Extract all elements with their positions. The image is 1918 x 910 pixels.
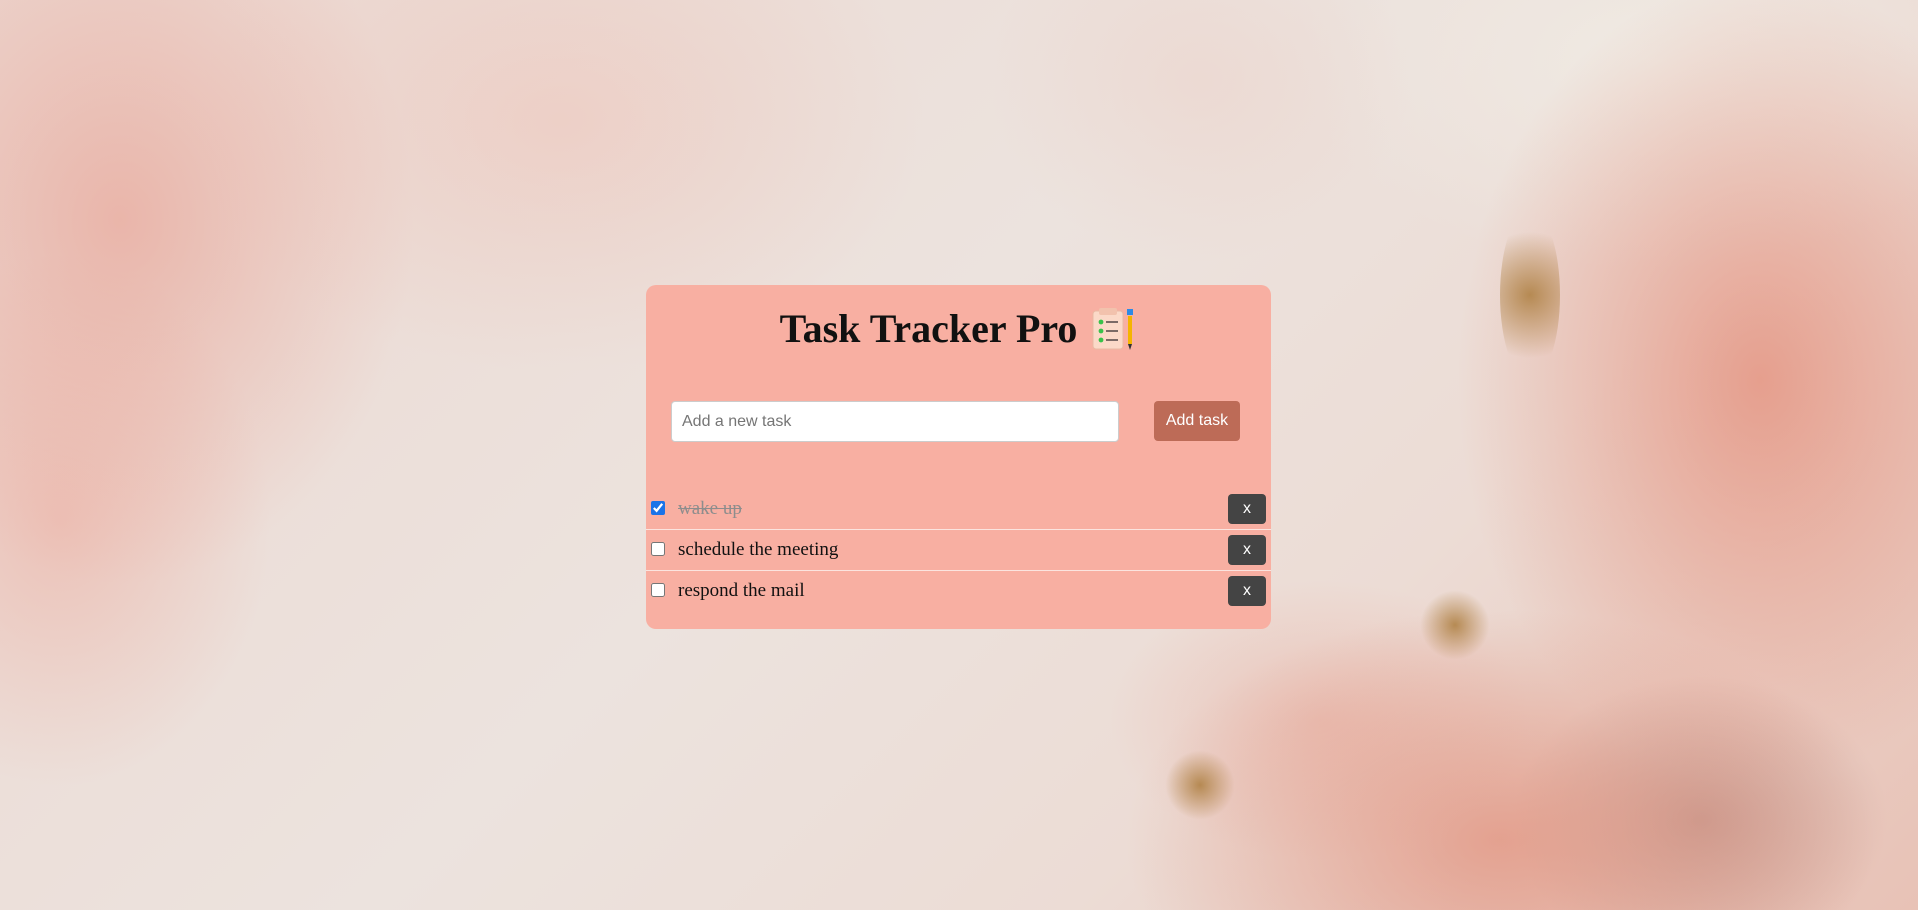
task-text: respond the mail [678,580,805,601]
task-text: wake up [678,498,742,519]
task-item: respond the mail x [646,571,1271,611]
task-checkbox[interactable] [651,583,665,597]
task-list: wake up x schedule the meeting x respond… [646,489,1271,611]
header: Task Tracker Pro [646,305,1271,353]
gold-fleck-decoration [1165,750,1235,820]
delete-task-button[interactable]: x [1228,494,1266,524]
add-task-button[interactable]: Add task [1154,401,1240,441]
delete-task-button[interactable]: x [1228,535,1266,565]
new-task-input[interactable] [671,401,1119,442]
page-title: Task Tracker Pro [779,306,1078,351]
task-item: wake up x [646,489,1271,530]
task-tracker-card: Task Tracker Pro Add task wake up x [646,285,1271,629]
delete-task-button[interactable]: x [1228,576,1266,606]
task-item: schedule the meeting x [646,530,1271,571]
task-checkbox[interactable] [651,501,665,515]
gold-fleck-decoration [1420,590,1490,660]
clipboard-checklist-icon [1089,305,1137,353]
task-text: schedule the meeting [678,539,839,560]
task-checkbox[interactable] [651,542,665,556]
gold-fleck-decoration [1500,210,1560,380]
